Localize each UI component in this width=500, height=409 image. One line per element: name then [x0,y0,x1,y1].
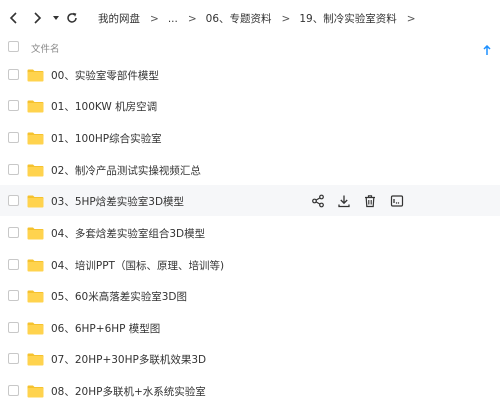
breadcrumb-separator: > [406,12,416,25]
folder-icon [27,320,44,335]
folder-icon [27,98,44,113]
more-icon[interactable] [390,193,404,207]
file-name[interactable]: 01、100HP综合实验室 [51,131,162,146]
folder-icon [27,351,44,366]
folder-icon [27,193,44,208]
breadcrumb-separator: > [187,12,197,25]
file-name[interactable]: 01、100KW 机房空调 [51,99,157,114]
file-list-header: 文件名 [0,36,500,58]
row-checkbox[interactable] [8,69,19,80]
breadcrumb-item-topics[interactable]: 06、专题资料 [206,11,272,26]
row-checkbox[interactable] [8,259,19,270]
select-all-checkbox[interactable] [8,41,19,52]
row-checkbox[interactable] [8,195,19,206]
row-checkbox[interactable] [8,322,19,333]
breadcrumb-item-my-drive[interactable]: 我的网盘 [98,11,140,26]
file-row[interactable]: 01、100KW 机房空调 [0,90,500,121]
file-name[interactable]: 02、制冷产品测试实操视频汇总 [51,163,201,178]
folder-icon [27,257,44,272]
file-name[interactable]: 05、60米高落差实验室3D图 [51,289,187,304]
file-row[interactable]: 00、实验室零部件模型 [0,59,500,90]
breadcrumb-separator: > [281,12,291,25]
folder-icon [27,67,44,82]
row-checkbox[interactable] [8,353,19,364]
forward-icon[interactable] [29,10,45,26]
row-checkbox[interactable] [8,164,19,175]
back-icon[interactable] [6,10,22,26]
dropdown-icon[interactable] [48,10,64,26]
top-navigation-bar: 我的网盘 > ... > 06、专题资料 > 19、制冷实验室资料 > [0,0,500,36]
row-checkbox[interactable] [8,385,19,396]
breadcrumb: 我的网盘 > ... > 06、专题资料 > 19、制冷实验室资料 > [98,11,425,26]
file-row[interactable]: 07、20HP+30HP多联机效果3D [0,343,500,374]
file-name[interactable]: 06、6HP+6HP 模型图 [51,321,160,336]
delete-icon[interactable] [363,193,377,208]
file-row[interactable]: 05、60米高落差实验室3D图 [0,280,500,311]
share-icon[interactable] [311,193,325,208]
download-icon[interactable] [337,193,351,208]
filename-column-header[interactable]: 文件名 [31,41,60,55]
row-checkbox[interactable] [8,100,19,111]
file-row[interactable]: 04、多套焓差实验室组合3D模型 [0,217,500,248]
file-row[interactable]: 04、培训PPT（国标、原理、培训等) [0,249,500,280]
folder-icon [27,383,44,398]
file-name[interactable]: 04、培训PPT（国标、原理、培训等) [51,258,224,273]
folder-icon [27,162,44,177]
file-row[interactable]: 08、20HP多联机+水系统实验室 [0,375,500,406]
sort-up-arrow-icon[interactable] [483,41,491,60]
row-checkbox[interactable] [8,290,19,301]
file-name[interactable]: 07、20HP+30HP多联机效果3D [51,352,206,367]
breadcrumb-item-ellipsis[interactable]: ... [168,13,178,25]
breadcrumb-separator: > [150,12,159,25]
breadcrumb-item-current-folder[interactable]: 19、制冷实验室资料 [299,11,396,26]
file-name[interactable]: 00、实验室零部件模型 [51,68,159,83]
file-name[interactable]: 04、多套焓差实验室组合3D模型 [51,226,205,241]
refresh-icon[interactable] [64,10,80,26]
folder-icon [27,225,44,240]
folder-icon [27,288,44,303]
file-row[interactable]: 01、100HP综合实验室 [0,122,500,153]
file-name[interactable]: 03、5HP焓差实验室3D模型 [51,194,184,209]
file-name[interactable]: 08、20HP多联机+水系统实验室 [51,384,206,399]
row-checkbox[interactable] [8,132,19,143]
row-checkbox[interactable] [8,227,19,238]
file-row[interactable]: 06、6HP+6HP 模型图 [0,312,500,343]
file-row[interactable]: 03、5HP焓差实验室3D模型 [0,185,500,216]
folder-icon [27,130,44,145]
file-row[interactable]: 02、制冷产品测试实操视频汇总 [0,154,500,185]
